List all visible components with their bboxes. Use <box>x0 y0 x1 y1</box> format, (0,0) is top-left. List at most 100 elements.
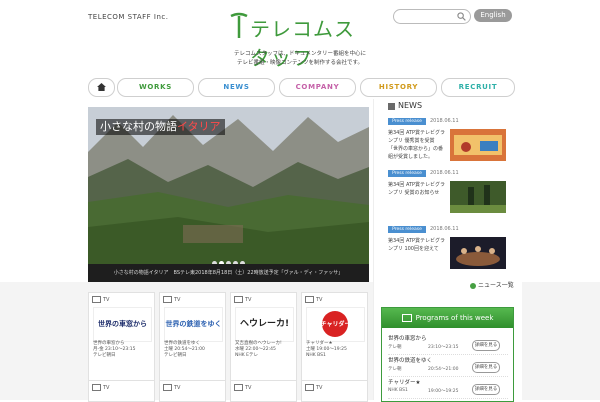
news-thumbnail[interactable] <box>450 237 506 269</box>
card-type: TV <box>316 385 323 391</box>
press-badge: Press release <box>388 170 426 177</box>
tv-icon <box>163 384 172 391</box>
news-date: 2018.06.11 <box>430 170 459 176</box>
hero-slider[interactable]: 小さな村の物語イタリア 小さな村の物語イタリア BSテレ東2018年8月18日（… <box>88 107 369 282</box>
press-badge: Press release <box>388 226 426 233</box>
program-card[interactable]: TV ヘウレーカ! 又吉直樹のヘウレーカ! 水曜 22:00～22:45 NHK… <box>230 292 297 394</box>
program-card[interactable]: TV 世界の鉄道をゆく 世界の鉄道をゆく 土曜 20:54～21:00 テレビ朝… <box>159 292 226 394</box>
site-logo[interactable]: テレコムスタッフ <box>228 10 374 70</box>
nav-recruit[interactable]: RECRUIT <box>441 78 515 97</box>
program-detail-button[interactable]: 詳細を見る <box>472 384 500 395</box>
card-meta: 世界の鉄道をゆく 土曜 20:54～21:00 テレビ朝日 <box>164 341 224 359</box>
program-channel: NHK BS1 <box>388 388 408 393</box>
card-meta: チャリダー★ 土曜 19:00～19:25 NHK BS1 <box>306 341 366 359</box>
program-card[interactable]: TV <box>88 380 155 402</box>
logo-mark-icon <box>230 12 248 38</box>
card-logo-text: ヘウレーカ! <box>239 319 290 329</box>
nav-label: COMPANY <box>295 83 340 91</box>
tv-icon <box>234 384 243 391</box>
nav-home[interactable] <box>88 78 115 97</box>
nav-label: WORKS <box>138 83 173 91</box>
hero-title: 小さな村の物語イタリア <box>96 119 225 135</box>
tv-label: TV <box>234 296 251 303</box>
hero-title-accent: イタリア <box>177 120 221 133</box>
card-channel: テレビ朝日 <box>164 353 187 358</box>
tv-icon <box>234 296 243 303</box>
program-row[interactable]: チャリダー★ NHK BS1 19:00～19:25 詳細を見る <box>388 378 508 399</box>
nav-company[interactable]: COMPANY <box>279 78 356 97</box>
news-date: 2018.06.11 <box>430 226 459 232</box>
tv-label: TV <box>92 384 109 391</box>
nav-label: HISTORY <box>378 83 419 91</box>
card-type: TV <box>174 385 181 391</box>
card-logo[interactable]: チャリダー <box>306 307 365 342</box>
card-logo-text: チャリダー <box>320 321 351 328</box>
programs-panel: Programs of this week 世界の車窓から テレ朝 23:10～… <box>381 307 514 402</box>
card-type: TV <box>174 297 181 303</box>
programs-heading: Programs of this week <box>415 314 494 322</box>
tv-icon <box>92 296 101 303</box>
program-channel: テレ朝 <box>388 367 402 372</box>
news-item[interactable]: Press release 2018.06.11 第34回 ATP賞テレビグラン… <box>388 118 512 168</box>
tv-label: TV <box>234 384 251 391</box>
program-time: 23:10～23:15 <box>428 345 459 350</box>
program-card[interactable]: TV 世界の車窓から 世界の車窓から 月-金 23:10～23:15 テレビ朝日 <box>88 292 155 394</box>
hero-title-main: 小さな村の物語 <box>100 120 177 133</box>
news-bullet-icon <box>388 103 395 110</box>
news-item[interactable]: Press release 2018.06.11 第34回 ATP賞テレビグラン… <box>388 170 512 220</box>
news-text[interactable]: 第34回 ATP賞テレビグランプリ 100回を迎えて <box>388 237 446 253</box>
card-channel: NHK Eテレ <box>235 353 258 358</box>
tv-label: TV <box>305 296 322 303</box>
card-meta: 世界の車窓から 月-金 23:10～23:15 テレビ朝日 <box>93 341 153 359</box>
program-title: 世界の鉄道をゆく <box>388 358 433 364</box>
tv-label: TV <box>163 384 180 391</box>
home-icon <box>97 83 106 91</box>
arrow-circle-icon <box>470 282 476 289</box>
program-title: 世界の車窓から <box>388 336 427 342</box>
program-card[interactable]: TV <box>159 380 226 402</box>
nav-works[interactable]: WORKS <box>117 78 194 97</box>
news-text[interactable]: 第34回 ATP賞テレビグランプリ 受賞のお知らせ <box>388 181 446 197</box>
program-detail-button[interactable]: 詳細を見る <box>472 340 500 351</box>
nav-news[interactable]: NEWS <box>198 78 275 97</box>
press-badge: Press release <box>388 118 426 125</box>
search-input[interactable] <box>393 9 471 24</box>
search-icon[interactable] <box>457 12 466 21</box>
news-thumbnail[interactable] <box>450 181 506 213</box>
program-card[interactable]: TV <box>230 380 297 402</box>
news-more-link[interactable]: ニュース一覧 <box>470 280 514 289</box>
news-header: NEWS <box>384 99 512 115</box>
nav-label: RECRUIT <box>458 83 498 91</box>
program-row[interactable]: 世界の鉄道をゆく テレ朝 20:54～21:00 詳細を見る <box>388 356 508 377</box>
news-item[interactable]: Press release 2018.06.11 第34回 ATP賞テレビグラン… <box>388 226 512 276</box>
card-logo[interactable]: 世界の車窓から <box>93 307 152 342</box>
card-type: TV <box>103 297 110 303</box>
card-meta: 又吉直樹のヘウレーカ! 水曜 22:00～22:45 NHK Eテレ <box>235 341 295 359</box>
news-text[interactable]: 第34回 ATP賞テレビグランプリ 優秀賞を受賞 「世界の車窓から」の番組が受賞… <box>388 129 446 161</box>
card-logo-text: 世界の車窓から <box>98 320 147 328</box>
tv-icon <box>305 296 314 303</box>
program-card[interactable]: TV チャリダー チャリダー★ 土曜 19:00～19:25 NHK BS1 <box>301 292 368 394</box>
card-type: TV <box>316 297 323 303</box>
nav-history[interactable]: HISTORY <box>360 78 437 97</box>
news-thumbnail[interactable] <box>450 129 506 161</box>
program-channel: テレ朝 <box>388 345 402 350</box>
english-button[interactable]: English <box>474 9 512 22</box>
tagline: テレコムスタッフは、ドキュメンタリー番組を中心に テレビ番組・映像コンテンツを制… <box>200 50 400 68</box>
program-card[interactable]: TV <box>301 380 368 402</box>
news-more-label: ニュース一覧 <box>478 282 514 289</box>
tv-label: TV <box>163 296 180 303</box>
tv-icon <box>92 384 101 391</box>
news-heading: NEWS <box>398 101 423 110</box>
card-logo[interactable]: ヘウレーカ! <box>235 307 294 342</box>
card-logo[interactable]: 世界の鉄道をゆく <box>164 307 223 342</box>
news-date: 2018.06.11 <box>430 118 459 124</box>
program-title: チャリダー★ <box>388 380 421 386</box>
program-detail-button[interactable]: 詳細を見る <box>472 362 500 373</box>
tv-label: TV <box>305 384 322 391</box>
tv-icon <box>305 384 314 391</box>
program-time: 20:54～21:00 <box>428 367 459 372</box>
tv-icon <box>163 296 172 303</box>
program-row[interactable]: 世界の車窓から テレ朝 23:10～23:15 詳細を見る <box>388 334 508 355</box>
card-type: TV <box>245 297 252 303</box>
